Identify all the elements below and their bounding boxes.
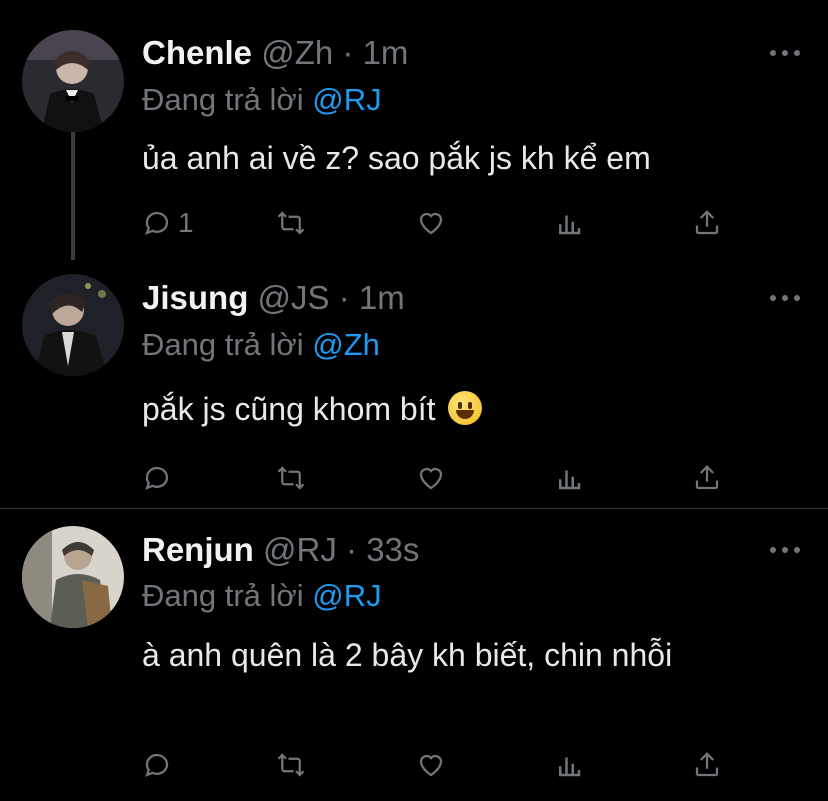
timestamp[interactable]: 33s bbox=[366, 531, 419, 568]
tweet-text: à anh quên là 2 bây kh biết, chin nhỗi bbox=[142, 637, 673, 673]
retweet-icon bbox=[277, 466, 305, 490]
retweet-button[interactable] bbox=[276, 203, 306, 243]
replying-to: Đang trả lời @RJ bbox=[142, 81, 382, 119]
timestamp[interactable]: 1m bbox=[359, 279, 405, 316]
reply-icon bbox=[145, 211, 169, 235]
action-bar bbox=[142, 745, 742, 785]
handle[interactable]: @JS bbox=[258, 279, 330, 316]
replying-to-label: Đang trả lời bbox=[142, 327, 304, 362]
reply-count: 1 bbox=[178, 207, 194, 238]
tweet-header: Renjun @RJ · 33s bbox=[142, 530, 419, 570]
retweet-icon bbox=[277, 753, 305, 777]
replying-to: Đang trả lời @Zh bbox=[142, 326, 380, 364]
share-button[interactable] bbox=[692, 203, 722, 243]
display-name[interactable]: Jisung bbox=[142, 279, 248, 316]
separator: · bbox=[346, 531, 358, 568]
retweet-button[interactable] bbox=[276, 458, 306, 498]
share-icon bbox=[695, 752, 719, 777]
reply-icon bbox=[145, 466, 169, 490]
share-button[interactable] bbox=[692, 458, 722, 498]
more-options-icon[interactable] bbox=[770, 37, 800, 67]
heart-icon bbox=[419, 212, 443, 235]
tweet-header: Chenle @Zh · 1m bbox=[142, 33, 408, 73]
more-options-icon[interactable] bbox=[770, 534, 800, 564]
replying-to-label: Đang trả lời bbox=[142, 82, 304, 117]
tweet-text: pắk js cũng khom bít bbox=[142, 391, 436, 427]
tweet-header: Jisung @JS · 1m bbox=[142, 278, 405, 318]
thread-line bbox=[71, 132, 75, 260]
share-icon bbox=[695, 465, 719, 490]
replying-to-label: Đang trả lời bbox=[142, 578, 304, 613]
like-button[interactable] bbox=[416, 745, 446, 785]
retweet-button[interactable] bbox=[276, 745, 306, 785]
handle[interactable]: @RJ bbox=[263, 531, 337, 568]
like-button[interactable] bbox=[416, 458, 446, 498]
separator: · bbox=[342, 34, 354, 71]
display-name[interactable]: Renjun bbox=[142, 531, 254, 568]
heart-icon bbox=[419, 467, 443, 490]
share-icon bbox=[695, 210, 719, 235]
replying-to: Đang trả lời @RJ bbox=[142, 577, 382, 615]
separator: · bbox=[338, 279, 350, 316]
display-name[interactable]: Chenle bbox=[142, 34, 252, 71]
analytics-button[interactable] bbox=[554, 203, 584, 243]
avatar[interactable] bbox=[22, 274, 124, 376]
heart-icon bbox=[419, 754, 443, 777]
avatar[interactable] bbox=[22, 526, 124, 628]
retweet-icon bbox=[277, 211, 305, 235]
analytics-icon bbox=[559, 470, 581, 490]
mention-link[interactable]: @RJ bbox=[312, 82, 381, 117]
reply-button[interactable] bbox=[142, 458, 178, 498]
reply-button[interactable]: 1 bbox=[142, 203, 194, 243]
mention-link[interactable]: @RJ bbox=[312, 578, 381, 613]
analytics-button[interactable] bbox=[554, 458, 584, 498]
share-button[interactable] bbox=[692, 745, 722, 785]
tweet-jisung[interactable]: Jisung @JS · 1m Đang trả lời @Zh pắk js … bbox=[0, 260, 828, 508]
analytics-icon bbox=[559, 757, 581, 777]
tweet-text: ủa anh ai về z? sao pắk js kh kể em bbox=[142, 140, 651, 176]
analytics-button[interactable] bbox=[554, 745, 584, 785]
tweet-body: pắk js cũng khom bít bbox=[142, 387, 782, 431]
like-button[interactable] bbox=[416, 203, 446, 243]
handle[interactable]: @Zh bbox=[261, 34, 333, 71]
mention-link[interactable]: @Zh bbox=[312, 327, 380, 362]
grinning-face-icon bbox=[448, 391, 483, 425]
tweet-renjun[interactable]: Renjun @RJ · 33s Đang trả lời @RJ à anh … bbox=[0, 509, 828, 801]
action-bar: 1 bbox=[142, 203, 742, 243]
tweet-chenle[interactable]: Chenle @Zh · 1m Đang trả lời @RJ ủa anh … bbox=[0, 0, 828, 260]
timestamp[interactable]: 1m bbox=[363, 34, 409, 71]
analytics-icon bbox=[559, 215, 581, 235]
action-bar bbox=[142, 458, 742, 498]
more-options-icon[interactable] bbox=[770, 282, 800, 312]
avatar[interactable] bbox=[22, 30, 124, 132]
reply-icon bbox=[145, 753, 169, 777]
reply-button[interactable] bbox=[142, 745, 178, 785]
